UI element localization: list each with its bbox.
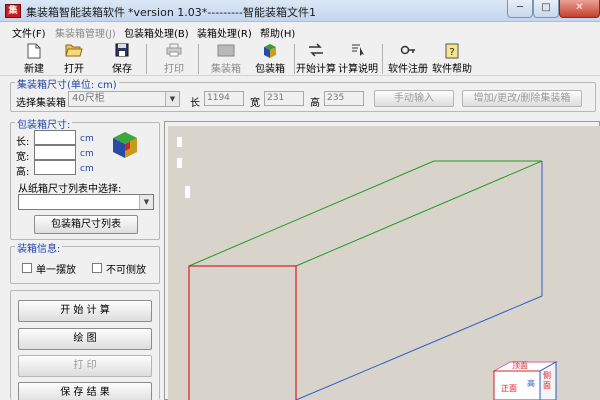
calculation-description-button[interactable]: 计算说明 [338,42,378,76]
single-layout-label: 单一摆放 [36,265,76,276]
start-calculation-button[interactable]: 开始计算 [296,42,336,76]
toolbar-separator [294,44,295,74]
container-height-label: 高 [310,98,320,109]
app-title: 集装箱智能装箱软件 [26,6,125,19]
software-register-button[interactable]: 软件注册 [388,42,428,76]
container-size-title: 集装箱尺寸(单位: cm) [15,76,119,91]
drawing-canvas[interactable]: 顶面 正面 高 侧面 [168,126,600,400]
minimize-button[interactable]: ─ [507,0,533,18]
packing-info-title: 装箱信息: [15,240,63,255]
menu-container-management[interactable]: 集装箱管理(J) [55,25,116,40]
print-button[interactable]: 打印 [158,42,190,76]
maximize-button[interactable]: □ [533,0,559,18]
box-list-select-label: 从纸箱尺寸列表中选择: [18,184,122,195]
software-help-button[interactable]: ? 软件帮助 [432,42,472,76]
container-icon [217,43,235,59]
select-container-label: 选择集装箱 [16,98,66,109]
help-question-icon: ? [443,43,461,59]
container-side-edges [295,161,543,400]
container-length-field[interactable]: 1194 [204,91,244,106]
close-button[interactable]: ✕ [559,0,600,18]
file-title: *version 1.03*---------智能装箱文件1 [128,6,316,19]
box-size-title: 包装箱尺寸: [15,116,73,131]
container-height-field[interactable]: 235 [324,91,364,106]
menu-bar: 文件(F) 集装箱管理(J) 包装箱处理(B) 装箱处理(R) 帮助(H) [0,22,600,40]
new-file-icon [25,43,43,59]
menu-help[interactable]: 帮助(H) [260,25,295,40]
orientation-side-char: 面 [543,381,551,390]
svg-text:?: ? [449,47,454,58]
box-width-label: 宽: [16,152,30,163]
toolbar: 新建 打开 保存 打印 集装箱 包装箱 开始计算 计算说明 软件注册 ? 软件帮… [0,40,600,76]
box-length-unit: cm [80,134,94,144]
box-button[interactable]: 包装箱 [252,42,288,76]
toolbar-separator [382,44,383,74]
start-calculation-action-button[interactable]: 开 始 计 算 [18,300,152,322]
box-length-input[interactable] [34,130,76,145]
box-size-list-select[interactable]: ▼ [18,194,154,210]
no-side-placement-checkbox[interactable] [92,263,102,273]
container-select[interactable]: 40尺柜 ▼ [68,91,180,107]
container-button[interactable]: 集装箱 [206,42,246,76]
draw-button[interactable]: 绘 图 [18,328,152,350]
orientation-cube: 顶面 正面 高 侧面 [492,361,558,400]
box-size-list-button[interactable]: 包装箱尺寸列表 [34,215,138,234]
container-width-field[interactable]: 231 [264,91,304,106]
title-bar: 集 集装箱智能装箱软件 *version 1.03*---------智能装箱文… [0,0,600,22]
orientation-side-char: 侧 [543,370,551,380]
single-layout-checkbox[interactable] [22,263,32,273]
edit-containers-button[interactable]: 增加/更改/删除集装箱 [462,90,582,107]
box-cube-icon [261,43,279,59]
open-button[interactable]: 打开 [58,42,90,76]
box-height-input[interactable] [34,160,76,175]
container-3d-view: 顶面 正面 高 侧面 [177,137,558,400]
menu-box-processing[interactable]: 包装箱处理(B) [124,25,189,40]
box-color-cube-icon [110,130,140,160]
marker [177,158,182,168]
orientation-top-label: 顶面 [512,361,528,370]
box-length-label: 长: [16,137,30,148]
manual-input-button[interactable]: 手动输入 [374,90,454,107]
box-height-unit: cm [80,164,94,174]
box-width-input[interactable] [34,145,76,160]
no-side-placement-label: 不可侧放 [106,265,146,276]
floppy-disk-icon [113,43,131,59]
chevron-down-icon: ▼ [139,195,153,209]
container-top-edges [188,160,543,267]
marker [177,137,182,147]
register-key-icon [399,43,417,59]
chevron-down-icon: ▼ [165,92,179,106]
menu-file[interactable]: 文件(F) [12,25,46,40]
new-button[interactable]: 新建 [18,42,50,76]
printer-icon [165,43,183,59]
container-length-label: 长 [190,98,200,109]
toolbar-separator [146,44,147,74]
container-front-face [188,265,297,400]
save-result-button[interactable]: 保 存 结 果 [18,382,152,400]
open-folder-icon [65,43,83,59]
app-logo-icon: 集 [5,4,21,18]
orientation-height-label: 高 [527,378,535,388]
pointer-icon [349,43,367,59]
orientation-front-label: 正面 [501,384,517,393]
box-width-unit: cm [80,149,94,159]
toolbar-separator [198,44,199,74]
container-width-label: 宽 [250,98,260,109]
save-button[interactable]: 保存 [106,42,138,76]
print-action-button[interactable]: 打 印 [18,355,152,377]
box-height-label: 高: [16,167,30,178]
menu-packing-processing[interactable]: 装箱处理(R) [197,25,252,40]
marker [185,186,190,198]
arrows-icon [307,43,325,59]
